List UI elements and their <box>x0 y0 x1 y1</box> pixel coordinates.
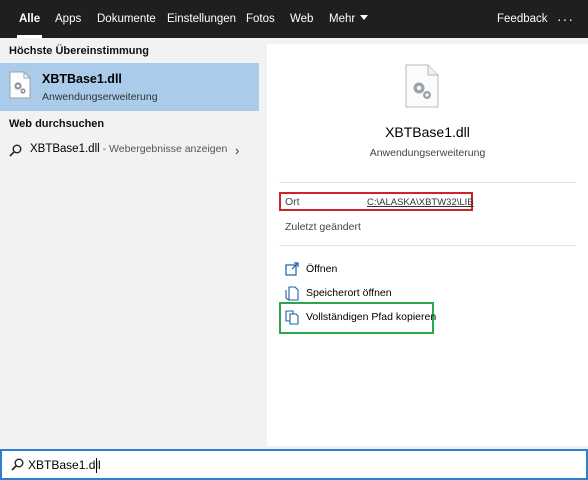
open-label: Öffnen <box>306 263 338 275</box>
open-file-location-label: Speicherort öffnen <box>306 287 392 299</box>
chevron-right-icon[interactable]: › <box>235 143 239 158</box>
more-options-button[interactable]: ··· <box>557 0 574 38</box>
web-search-text: XBTBase1.dll - Webergebnisse anzeigen <box>30 143 227 155</box>
detail-file-name: XBTBase1.dll <box>385 124 470 140</box>
detail-pane: XBTBase1.dll Anwendungserweiterung Ort C… <box>267 44 588 446</box>
divider <box>279 245 576 246</box>
tab-settings[interactable]: Einstellungen <box>167 0 236 38</box>
tab-apps[interactable]: Apps <box>55 0 81 38</box>
tab-all[interactable]: Alle <box>16 0 43 38</box>
search-scope-bar: Alle Apps Dokumente Einstellungen Fotos … <box>0 0 588 38</box>
best-match-type: Anwendungserweiterung <box>42 91 158 103</box>
web-search-result[interactable]: XBTBase1.dll - Webergebnisse anzeigen › <box>0 138 259 162</box>
open-action[interactable]: Öffnen <box>285 261 385 279</box>
settings-file-icon <box>9 71 31 99</box>
tab-more[interactable]: Mehr <box>329 0 369 38</box>
location-path-link[interactable]: C:\ALASKA\XBTW32\LIB <box>367 197 474 208</box>
settings-file-icon <box>405 64 439 108</box>
web-search-query: XBTBase1.dll <box>30 143 100 155</box>
search-icon <box>11 458 24 471</box>
copy-full-path-label: Vollständigen Pfad kopieren <box>306 311 437 323</box>
feedback-button[interactable]: Feedback <box>497 0 548 38</box>
text-cursor <box>96 458 97 473</box>
search-icon <box>9 144 22 157</box>
best-match-result[interactable]: XBTBase1.dll Anwendungserweiterung <box>0 63 259 111</box>
tab-photos[interactable]: Fotos <box>246 0 275 38</box>
open-icon <box>285 262 299 276</box>
tab-web[interactable]: Web <box>290 0 313 38</box>
web-search-suffix: - Webergebnisse anzeigen <box>99 143 228 155</box>
web-search-heading: Web durchsuchen <box>9 118 105 130</box>
copy-full-path-action[interactable]: Vollständigen Pfad kopieren <box>285 309 436 327</box>
best-match-heading: Höchste Übereinstimmung <box>9 45 149 57</box>
open-file-location-action[interactable]: Speicherort öffnen <box>285 285 415 303</box>
tab-more-label: Mehr <box>329 13 356 25</box>
modified-label: Zuletzt geändert <box>285 221 361 233</box>
detail-file-type: Anwendungserweiterung <box>369 147 486 159</box>
chevron-down-icon <box>360 15 369 20</box>
results-pane: Höchste Übereinstimmung XBTBase1.dll Anw… <box>0 38 259 446</box>
divider <box>279 182 576 183</box>
copy-path-icon <box>285 310 299 325</box>
file-location-icon <box>285 286 299 301</box>
tab-documents[interactable]: Dokumente <box>97 0 156 38</box>
search-input[interactable] <box>28 454 428 476</box>
location-label: Ort <box>285 196 300 208</box>
best-match-name: XBTBase1.dll <box>42 72 122 86</box>
search-box[interactable] <box>0 449 588 480</box>
